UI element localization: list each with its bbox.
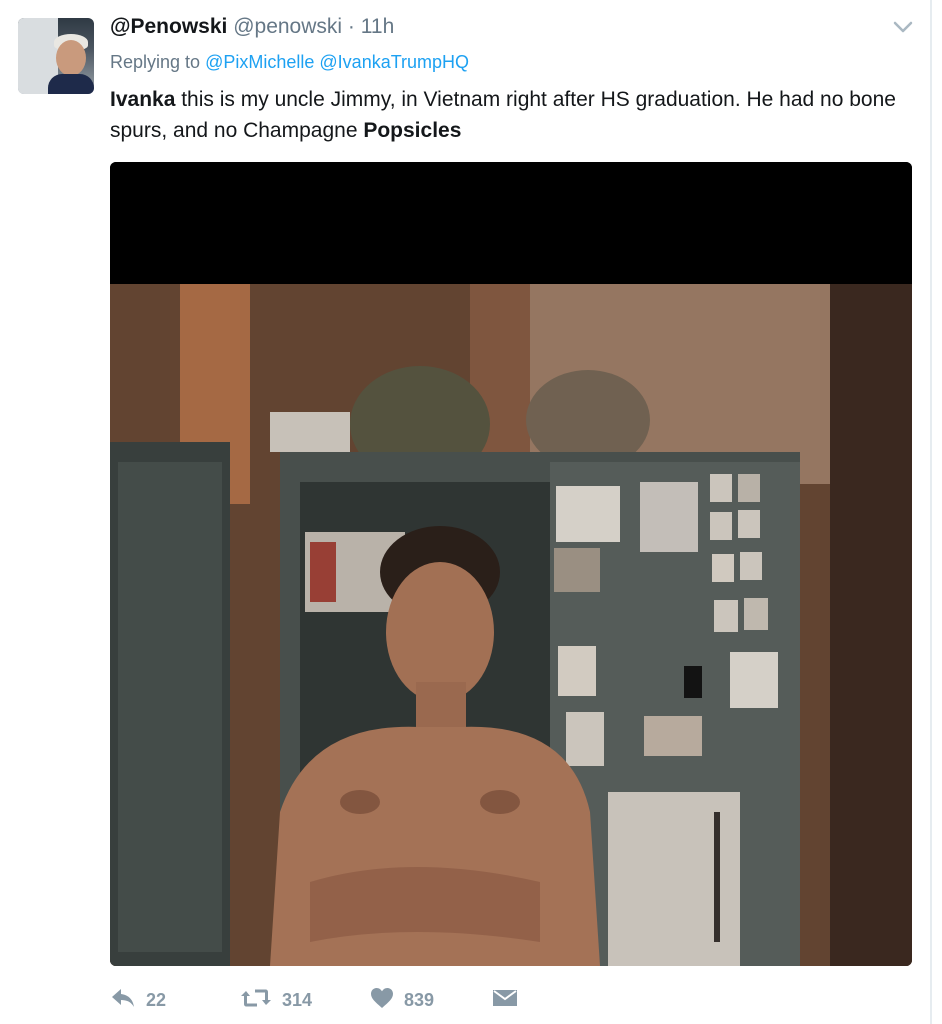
retweet-button[interactable]: 314 [240, 984, 370, 1016]
like-count: 839 [404, 989, 435, 1010]
reply-icon [110, 987, 136, 1014]
display-name[interactable]: @Penowski [110, 15, 227, 38]
avatar[interactable] [18, 18, 94, 94]
reply-count: 22 [146, 989, 167, 1010]
reply-button[interactable]: 22 [110, 984, 240, 1016]
photo-of-shirtless-soldier-at-locker [110, 162, 912, 966]
retweet-icon [240, 987, 272, 1014]
timeline-border [930, 0, 932, 1024]
direct-message-button[interactable] [492, 984, 518, 1016]
chevron-down-icon[interactable] [890, 14, 916, 40]
tweet-actions: 22 314 839 [110, 984, 518, 1016]
tweet-text-tail: Popsicles [363, 119, 462, 142]
replying-to-label: Replying to [110, 52, 201, 72]
direct-message-icon [492, 987, 518, 1014]
heart-icon [370, 987, 394, 1014]
separator-dot: · [347, 15, 355, 38]
tweet-header: @Penowski @penowski · 11h [110, 14, 394, 40]
user-handle[interactable]: @penowski [233, 15, 342, 38]
mention-link[interactable]: @IvankaTrumpHQ [319, 52, 469, 72]
tweet-photo[interactable] [110, 162, 912, 966]
timestamp[interactable]: 11h [361, 15, 394, 38]
tweet-text: Ivanka this is my uncle Jimmy, in Vietna… [110, 84, 920, 146]
replying-to: Replying to @PixMichelle @IvankaTrumpHQ [110, 50, 469, 74]
like-button[interactable]: 839 [370, 984, 492, 1016]
retweet-count: 314 [282, 989, 313, 1010]
mention-link[interactable]: @PixMichelle [205, 52, 314, 72]
tweet-text-body: this is my uncle Jimmy, in Vietnam right… [110, 88, 896, 142]
tweet-text-lead: Ivanka [110, 88, 176, 111]
tweet-page: @Penowski @penowski · 11h Replying to @P… [0, 0, 942, 1024]
